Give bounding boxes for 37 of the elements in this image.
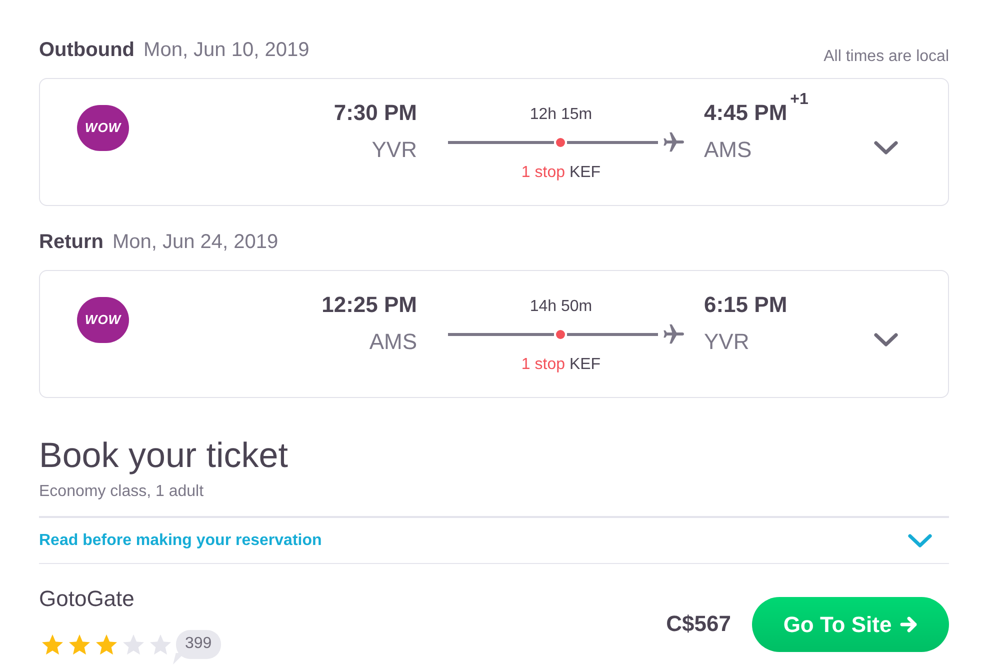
price: C$567 — [666, 611, 731, 637]
arrival-time: 6:15 PM — [704, 292, 788, 317]
departure-time: 7:30 PM — [334, 99, 417, 127]
chevron-icon[interactable] — [908, 534, 932, 548]
plane-icon — [663, 132, 684, 152]
times-note: All times are local — [824, 47, 949, 67]
section-title: Book your ticket — [39, 435, 288, 477]
star-icon — [150, 634, 171, 654]
departure-airport: AMS — [369, 328, 417, 356]
arrow-right-icon — [900, 616, 918, 632]
departure-airport: YVR — [372, 136, 417, 164]
leg-label: Return — [39, 230, 104, 254]
arrival-airport: AMS — [704, 136, 752, 164]
star-icon — [42, 634, 63, 654]
airline-logo: WOW — [77, 105, 129, 151]
leg-label: Outbound — [39, 38, 135, 62]
provider-name: GotoGate — [39, 586, 136, 612]
flight-duration: 12h 15m — [530, 105, 592, 125]
star-icon — [96, 634, 117, 654]
chevron-icon[interactable] — [874, 141, 898, 155]
fare-summary: Economy class, 1 adult — [39, 482, 204, 502]
flight-duration: 14h 50m — [530, 297, 592, 317]
stops-text: 1 stop KEF — [521, 163, 601, 183]
star-icon — [123, 634, 144, 654]
departure-time: 12:25 PM — [322, 291, 417, 319]
flight-card[interactable]: WOW 7:30 PM YVR 12h 15m 1 stop KEF 4:45 PM$^{+1}$ AMS — [39, 78, 949, 206]
plane-icon — [663, 324, 684, 344]
chevron-icon[interactable] — [874, 333, 898, 347]
leg-date: Mon, Jun 24, 2019 — [112, 230, 278, 254]
day-offset-label: +1 — [790, 91, 808, 108]
leg-date: Mon, Jun 10, 2019 — [144, 38, 310, 62]
arrival-airport: YVR — [704, 328, 750, 356]
flight-card[interactable]: WOW 12:25 PM AMS 14h 50m 1 stop KEF 6:15 PM YVR — [39, 270, 949, 398]
arrival-time: 4:45 PM — [704, 100, 788, 125]
star-icon — [69, 634, 90, 654]
stops-text: 1 stop KEF — [521, 355, 601, 375]
airline-logo: WOW — [77, 297, 129, 343]
